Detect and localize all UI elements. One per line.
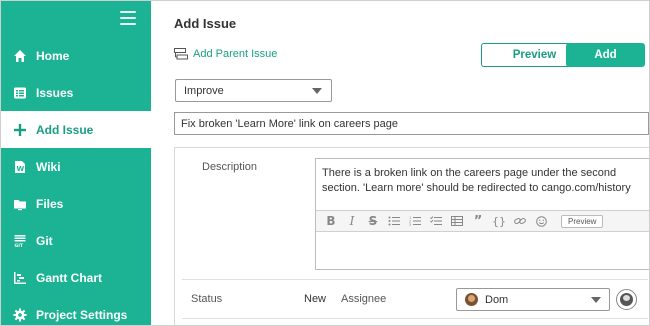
user-icon [620,293,633,306]
sidebar-item-label: Files [36,196,64,211]
quote-icon[interactable]: ” [469,213,487,229]
svg-text:GIT: GIT [15,243,24,248]
sidebar-item-label: Project Settings [36,307,128,322]
italic-icon[interactable]: I [343,213,361,229]
assignee-label: Assignee [341,293,387,305]
description-text[interactable]: There is a broken link on the careers pa… [322,166,649,196]
sidebar-item-project-settings[interactable]: Project Settings [1,296,151,325]
parent-issue-icon [174,48,188,60]
folder-icon [13,197,27,211]
description-editor[interactable]: There is a broken link on the careers pa… [315,158,649,270]
menu-toggle-icon[interactable] [120,11,136,25]
editor-preview-button[interactable]: Preview [561,214,604,228]
sidebar-item-wiki[interactable]: W Wiki [1,148,151,185]
emoji-icon[interactable] [532,213,550,229]
issues-list-icon [13,86,27,100]
chevron-down-icon [591,297,601,303]
editor-toolbar: B I S 123 ” {} Preview [316,210,649,232]
status-value[interactable]: New [304,293,326,305]
assignee-select[interactable]: Dom [456,288,610,311]
bold-icon[interactable]: B [322,213,340,229]
sidebar-item-home[interactable]: Home [1,37,151,74]
sidebar: Home Issues Add Issue W Wiki Files GIT G… [1,1,151,325]
code-icon[interactable]: {} [490,213,508,229]
sidebar-item-files[interactable]: Files [1,185,151,222]
sidebar-item-add-issue[interactable]: Add Issue [1,111,151,148]
sidebar-item-label: Home [36,48,70,63]
description-label: Description [202,161,258,173]
plus-icon [13,123,27,137]
checklist-icon[interactable] [427,213,445,229]
status-assignee-row: Status New Assignee Dom [182,279,648,319]
gantt-icon [13,271,27,285]
sidebar-item-label: Issues [36,85,74,100]
page-title: Add Issue [174,16,237,31]
issue-title-input[interactable]: Fix broken 'Learn More' link on careers … [174,112,649,135]
sidebar-item-issues[interactable]: Issues [1,74,151,111]
table-icon[interactable] [448,213,466,229]
svg-text:3: 3 [409,223,411,226]
add-button[interactable]: Add [566,43,645,67]
bullet-list-icon[interactable] [385,213,403,229]
home-icon [13,49,27,63]
issue-type-value: Improve [184,84,224,97]
gear-icon [13,308,27,322]
issue-details-card: Description There is a broken link on th… [174,147,649,325]
numbered-list-icon[interactable]: 123 [406,213,424,229]
issue-type-select[interactable]: Improve [175,79,332,102]
assignee-value: Dom [485,293,509,306]
sidebar-item-label: Git [36,233,53,248]
assign-to-me-button[interactable] [616,289,637,310]
main-content: Add Issue Add Parent Issue Preview Add I… [151,1,649,325]
sidebar-nav: Home Issues Add Issue W Wiki Files GIT G… [1,37,151,325]
sidebar-item-git[interactable]: GIT Git [1,222,151,259]
git-icon: GIT [13,234,27,248]
avatar [465,293,478,306]
add-parent-issue-link[interactable]: Add Parent Issue [174,48,277,60]
strikethrough-icon[interactable]: S [364,213,382,229]
sidebar-item-gantt-chart[interactable]: Gantt Chart [1,259,151,296]
sidebar-item-label: Add Issue [36,122,94,137]
svg-text:W: W [17,165,25,173]
app-window: Home Issues Add Issue W Wiki Files GIT G… [0,0,650,326]
sidebar-item-label: Gantt Chart [36,270,102,285]
chevron-down-icon [312,88,322,94]
status-label: Status [191,293,223,305]
sidebar-item-label: Wiki [36,159,61,174]
wiki-icon: W [13,160,27,174]
link-icon[interactable] [511,213,529,229]
add-parent-issue-label: Add Parent Issue [193,48,278,60]
